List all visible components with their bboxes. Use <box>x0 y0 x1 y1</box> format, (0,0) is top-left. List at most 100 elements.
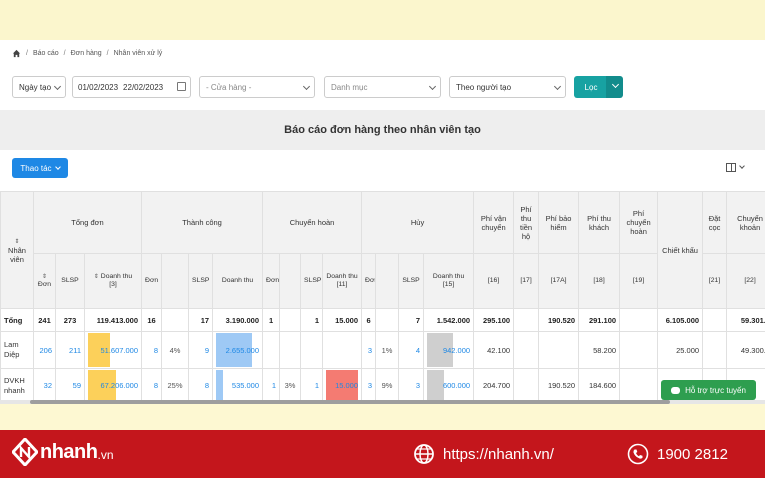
cell-total-slsp: 273 <box>55 308 85 332</box>
calendar-icon[interactable] <box>177 82 186 91</box>
cell-success-orders[interactable]: 8 <box>141 368 163 403</box>
cell-return-slsp[interactable] <box>300 331 324 369</box>
cancel-revenue-value: 942.000 <box>442 345 471 355</box>
cell-success-slsp[interactable]: 9 <box>188 331 214 369</box>
staff-name: DVKH nhanh <box>0 368 34 403</box>
subheader-return-fee-code: [19] <box>619 253 659 309</box>
table-row[interactable]: Lam Diệp 206 211 51.607.000 8 4% 9 2.655… <box>0 331 765 369</box>
subheader-total-order[interactable]: ⇕ Đơn <box>33 253 56 309</box>
cell-total-slsp[interactable]: 211 <box>55 331 85 369</box>
chevron-down-icon[interactable] <box>739 163 745 169</box>
cell-success-orders[interactable]: 8 <box>141 331 163 369</box>
actions-label: Thao tác <box>20 163 52 173</box>
cell-total-revenue: 119.413.000 <box>83 308 143 332</box>
footer-website[interactable]: https://nhanh.vn/ <box>413 443 554 465</box>
subheader-cancel-pct <box>375 253 400 309</box>
cell-cancel-pct: 9% <box>375 368 400 403</box>
cell-discount: 25.000 <box>657 331 704 369</box>
cell-cancel-revenue[interactable]: 600.000 <box>423 368 475 403</box>
cell-insurance-fee <box>538 331 580 369</box>
cell-total-orders[interactable]: 32 <box>33 368 56 403</box>
breadcrumb-item-reports[interactable]: Báo cáo <box>33 50 59 57</box>
cell-cancel-slsp[interactable]: 4 <box>398 331 425 369</box>
cell-cancel-revenue[interactable]: 942.000 <box>423 331 475 369</box>
cell-total-orders[interactable]: 206 <box>33 331 56 369</box>
sort-icon[interactable]: ⇕ <box>14 239 19 245</box>
header-staff[interactable]: ⇕ Nhân viên <box>0 191 34 309</box>
columns-icon[interactable] <box>726 163 736 172</box>
date-type-select[interactable]: Ngày tạo <box>12 76 66 98</box>
staff-name: Lam Diệp <box>0 331 34 369</box>
chevron-down-icon <box>53 82 62 91</box>
date-range-field[interactable]: 01/02/2023 22/02/2023 <box>72 76 191 98</box>
subheader-return-pct <box>279 253 302 309</box>
subheader-return-order: Đơn <box>262 253 281 309</box>
cell-return-slsp: 1 <box>300 308 324 332</box>
subheader-transfer-code: [22] <box>726 253 765 309</box>
category-select[interactable]: Danh mục <box>324 76 441 98</box>
cell-return-orders[interactable] <box>262 331 281 369</box>
cell-success-revenue[interactable]: 2.655.000 <box>212 331 264 369</box>
cell-cancel-pct: 1% <box>375 331 400 369</box>
cell-success-slsp[interactable]: 8 <box>188 368 214 403</box>
cell-return-revenue[interactable]: 15.000 <box>322 368 363 403</box>
nhanh-logo-icon <box>12 438 38 466</box>
cell-deposit <box>702 331 728 369</box>
cell-return-slsp[interactable]: 1 <box>300 368 324 403</box>
subheader-return-revenue: Doanh thu [11] <box>322 253 363 309</box>
creator-select[interactable]: Theo người tạo <box>449 76 566 98</box>
actions-button[interactable]: Thao tác <box>12 158 68 178</box>
cell-transfer: 49.300.0 <box>726 331 765 369</box>
subheader-total-revenue[interactable]: ⇕ Doanh thu [3] <box>83 253 143 309</box>
brand-name: nhanh <box>40 440 98 463</box>
chat-icon <box>671 386 681 394</box>
table-row[interactable]: DVKH nhanh 32 59 67.206.000 8 25% 8 535.… <box>0 368 765 403</box>
cell-success-revenue[interactable]: 535.000 <box>212 368 264 403</box>
subheader-return-slsp: SLSP <box>300 253 324 309</box>
cell-cancel-slsp: 7 <box>398 308 425 332</box>
cell-return-orders[interactable]: 1 <box>262 368 281 403</box>
filter-button[interactable]: Lọc <box>574 76 608 98</box>
chevron-down-icon <box>611 80 620 89</box>
phone-icon <box>627 443 649 465</box>
total-revenue-value: 67.206.000 <box>100 381 139 390</box>
header-staff-label: Nhân viên <box>8 246 26 265</box>
cell-total-slsp[interactable]: 59 <box>55 368 85 403</box>
cell-customer-fee: 58.200 <box>578 331 621 369</box>
subheader-cancel-order: Đơn <box>361 253 377 309</box>
cell-success-pct: 4% <box>161 331 190 369</box>
store-placeholder: - Cửa hàng - <box>206 82 252 92</box>
live-support-button[interactable]: Hỗ trợ trực tuyến <box>661 380 756 400</box>
cell-cancel-slsp[interactable]: 3 <box>398 368 425 403</box>
date-from: 01/02/2023 <box>78 82 119 92</box>
cell-total-orders: 241 <box>33 308 56 332</box>
subheader-customer-fee-code: [18] <box>578 253 621 309</box>
subheader-revenue-code: [3] <box>109 281 117 289</box>
cell-return-revenue[interactable] <box>322 331 363 369</box>
brand-logo: nhanh .vn <box>12 438 114 466</box>
footer-hotline[interactable]: 1900 2812 <box>627 443 728 465</box>
cell-deposit <box>702 308 728 332</box>
chevron-down-icon <box>553 82 562 91</box>
filter-bar: Ngày tạo 01/02/2023 22/02/2023 - Cửa hàn… <box>0 66 765 110</box>
filter-options-button[interactable] <box>606 76 623 98</box>
cell-cancel-orders[interactable]: 3 <box>361 368 377 403</box>
cell-total-revenue[interactable]: 67.206.000 <box>83 368 143 403</box>
cell-return-revenue: 15.000 <box>322 308 363 332</box>
report-table-container[interactable]: ⇕ Nhân viên Tổng đơn Thành công Chuyển ho… <box>0 191 765 404</box>
store-select[interactable]: - Cửa hàng - <box>199 76 315 98</box>
return-revenue-value: 15.000 <box>335 381 359 390</box>
total-row: Tổng 241 273 119.413.000 16 17 3.190.000… <box>0 308 765 332</box>
home-icon[interactable] <box>12 49 21 58</box>
app-window: / Báo cáo / Đơn hàng / Nhân viên xử lý N… <box>0 40 765 404</box>
breadcrumb-item-orders[interactable]: Đơn hàng <box>71 50 102 57</box>
subheader-success-pct <box>161 253 190 309</box>
sort-icon[interactable]: ⇕ <box>42 274 47 280</box>
sort-icon[interactable]: ⇕ <box>94 274 99 280</box>
cell-discount: 6.105.000 <box>657 308 704 332</box>
cell-total-revenue[interactable]: 51.607.000 <box>83 331 143 369</box>
cell-ship-fee: 295.100 <box>473 308 515 332</box>
horizontal-scrollbar-thumb[interactable] <box>30 400 670 404</box>
subheader-success-revenue: Doanh thu <box>212 253 264 309</box>
cell-cancel-orders[interactable]: 3 <box>361 331 377 369</box>
